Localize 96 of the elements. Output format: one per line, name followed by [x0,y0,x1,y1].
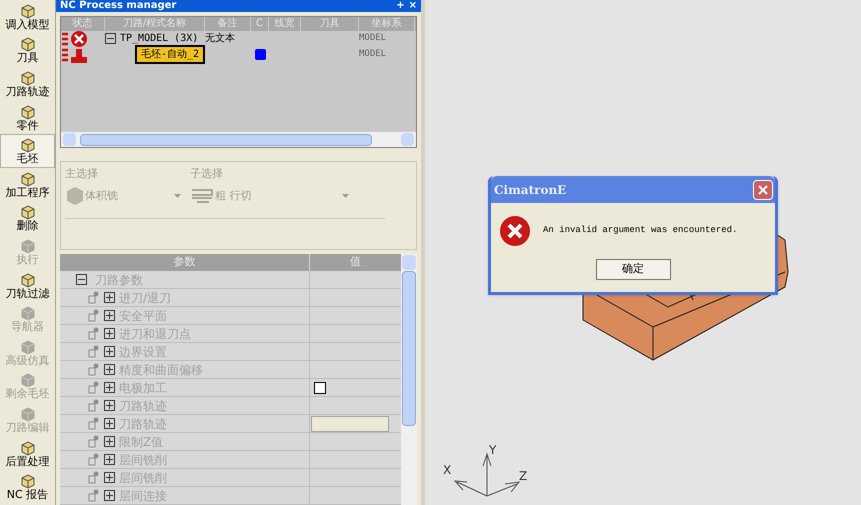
ok-button[interactable]: 确定 [596,259,670,280]
toolbar-item[interactable]: 刀路轨迹 [0,67,55,101]
title-button[interactable]: × [408,0,417,11]
cube-icon [18,137,36,154]
parameter-label[interactable]: 进刀和退刀点 [119,324,191,342]
cube-icon [18,440,36,456]
pin-icon [88,291,100,304]
pin-icon [88,453,100,466]
parameter-label[interactable]: 刀路轨迹 [119,414,167,432]
main-selection-label: 主选择 [65,166,98,182]
toolbar-item[interactable]: 加工程序 [0,168,55,202]
expand-icon[interactable] [104,490,115,501]
note-text: 无文本 [205,33,235,44]
pin-icon [88,471,100,484]
coordinate-text: MODEL [359,32,386,43]
column-header[interactable]: 刀路/程式名称 [105,16,205,31]
pin-icon [88,309,100,322]
error-icon [499,215,531,247]
cube-icon [18,305,36,322]
cube-icon [18,372,36,388]
column-header[interactable]: 坐标系 [359,16,415,31]
toolbar-item[interactable]: 零件 [0,100,55,134]
column-header[interactable]: 备注 [205,16,251,31]
hexagon-icon [65,186,85,206]
vertical-scrollbar[interactable] [401,254,417,505]
scroll-thumb[interactable] [80,134,372,146]
close-icon [758,184,768,194]
scroll-thumb[interactable] [402,271,416,426]
panel-title: NC Process manager [60,0,176,11]
parameter-label[interactable]: 层间铣削 [119,450,167,468]
cube-icon [18,170,36,187]
pin-icon [88,363,100,376]
parameter-label[interactable]: 刀路轨迹 [119,396,167,414]
cube-icon [18,473,36,490]
checkbox[interactable] [314,382,326,394]
column-header[interactable]: C [251,16,269,31]
process-name[interactable]: TP_MODEL (3X) [120,31,198,46]
pin-icon [88,327,100,340]
parameter-label[interactable]: 精度和曲面偏移 [119,360,203,378]
cube-icon [18,70,36,86]
pin-icon [88,399,100,412]
expand-icon[interactable] [104,292,115,303]
expand-icon[interactable] [104,418,115,429]
expand-icon[interactable] [104,346,115,357]
cube-icon [18,2,36,19]
toolbar-item[interactable]: 调入模型 [0,0,55,34]
collapse-icon[interactable] [105,33,116,44]
pin-icon [88,345,100,358]
toolbar-item[interactable]: NC 报告 [0,470,55,504]
toolbar-item[interactable]: 刀具 [0,34,55,68]
expand-icon[interactable] [104,436,115,447]
column-header[interactable]: 值 [310,254,401,271]
coordinate-text: MODEL [359,48,386,59]
close-button[interactable] [753,180,773,200]
expand-icon[interactable] [104,472,115,483]
parameter-label[interactable]: 层间连接 [119,486,167,504]
cube-icon [18,104,36,120]
toolbar-item[interactable]: 刀轨过滤 [0,268,55,302]
error-message: An invalid argument was encountered. [543,224,738,238]
cube-icon [18,238,36,254]
title-button[interactable]: + [396,0,405,11]
pin-icon [88,489,100,502]
parameter-label[interactable]: 边界设置 [119,342,167,360]
dialog-title: CimatronE [494,182,566,198]
pin-icon [88,417,100,430]
toolbar-item[interactable]: 后置处理 [0,436,55,470]
cube-icon [18,338,36,355]
lines-icon [191,188,213,204]
cube-icon [18,406,36,422]
parameter-label[interactable]: 进刀/退刀 [119,288,172,306]
pin-icon [88,381,100,394]
expand-icon[interactable] [104,382,115,393]
expand-icon[interactable] [104,364,115,375]
expand-icon[interactable] [104,328,115,339]
cube-icon [18,36,36,52]
toolbar-item[interactable]: 删除 [0,202,55,236]
expand-icon[interactable] [104,310,115,321]
horizontal-scrollbar[interactable] [61,132,416,148]
parameter-group-label[interactable]: 刀路参数 [95,270,143,288]
expand-icon[interactable] [104,454,115,465]
cube-icon [18,272,36,288]
sub-selection-label: 子选择 [190,166,223,182]
parameter-label[interactable]: 电极加工 [119,378,167,396]
column-header[interactable]: 参数 [60,254,310,271]
expand-icon[interactable] [104,400,115,411]
cube-icon [18,204,36,220]
parameter-label[interactable]: 安全平面 [119,306,167,324]
column-header[interactable]: 线宽 [269,16,301,31]
axis-triad-drawing: X Y Z [439,444,529,500]
toolbar-item[interactable]: 毛坯 [0,134,55,168]
column-header[interactable]: 刀具 [301,16,359,31]
parameter-label[interactable]: 限制Z值 [119,432,164,450]
pin-icon [88,435,100,448]
parameter-label[interactable]: 层间铣削 [119,468,167,486]
process-name[interactable]: 毛坯-自动_2 [134,45,205,64]
collapse-icon[interactable] [76,274,87,285]
